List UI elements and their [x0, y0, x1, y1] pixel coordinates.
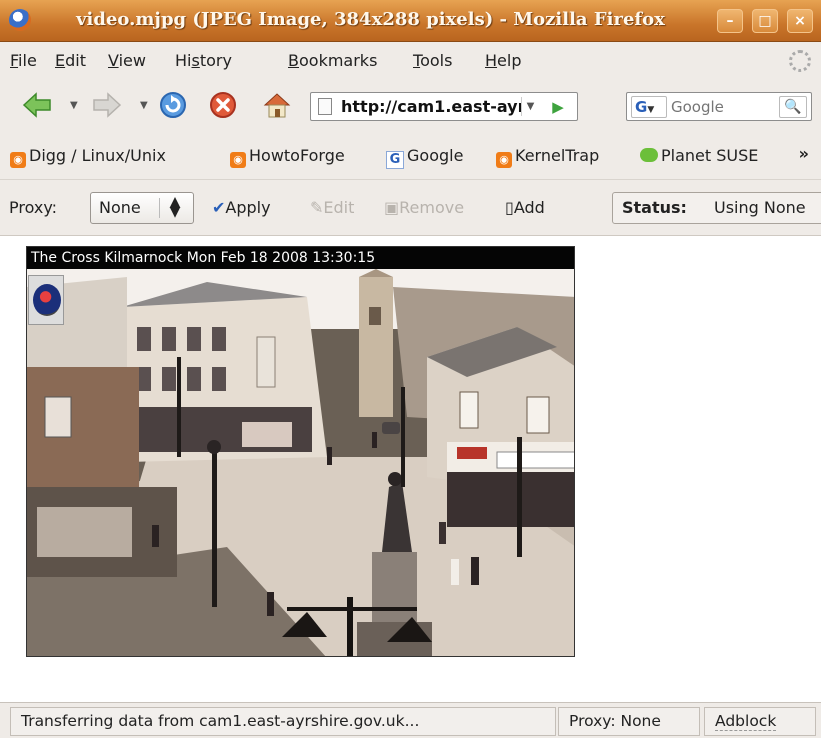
maximize-button[interactable]: □ [752, 9, 778, 33]
menu-history[interactable]: History [175, 51, 232, 70]
bookmark-google[interactable]: G Google [386, 146, 463, 169]
url-dropdown-icon[interactable]: ▼ [521, 97, 539, 116]
search-engine-selector[interactable]: G▼ [631, 96, 667, 118]
rss-feed-icon: ◉ [230, 152, 246, 168]
apply-button[interactable]: ✔Apply [212, 198, 271, 217]
menu-view[interactable]: View [108, 51, 146, 70]
url-input[interactable]: http://cam1.east-ayrs [341, 97, 521, 116]
search-bar: G▼ 🔍 [626, 92, 812, 121]
title-bar[interactable]: video.mjpg (JPEG Image, 384x288 pixels) … [0, 0, 821, 42]
rss-feed-icon: ◉ [10, 152, 26, 168]
minimize-button[interactable]: – [717, 9, 743, 33]
status-bar: Transferring data from cam1.east-ayrshir… [0, 702, 821, 738]
adblock-label[interactable]: Adblock [715, 712, 777, 731]
bookmark-kerneltrap[interactable]: ◉ KernelTrap [496, 146, 599, 168]
proxy-label: Proxy: [9, 198, 58, 217]
back-dropdown-icon[interactable]: ▼ [70, 100, 78, 111]
more-bookmarks-chevron-icon[interactable]: » [799, 144, 809, 163]
navigation-toolbar: ▼ ▼ http://cam1.east-ayrs ▼ ▶ G▼ 🔍 [0, 80, 821, 130]
remove-button[interactable]: ▣Remove [384, 198, 464, 217]
menu-help[interactable]: Help [485, 51, 521, 70]
forward-dropdown-icon[interactable]: ▼ [140, 100, 148, 111]
bookmark-planet-suse[interactable]: Planet SUSE [640, 146, 758, 165]
url-bar[interactable]: http://cam1.east-ayrs ▼ ▶ [310, 92, 578, 121]
bookmarks-toolbar: ◉ Digg / Linux/Unix ◉ HowtoForge G Google ◉… [0, 130, 821, 180]
stop-icon[interactable] [208, 90, 238, 120]
bookmark-digg[interactable]: ◉ Digg / Linux/Unix [10, 146, 166, 168]
close-button[interactable]: × [787, 9, 813, 33]
reload-icon[interactable] [158, 90, 188, 120]
forward-arrow-icon[interactable] [92, 90, 122, 120]
status-message: Transferring data from cam1.east-ayrshir… [10, 707, 556, 736]
trash-icon: ▣ [384, 198, 400, 217]
add-button[interactable]: ▯Add [505, 198, 545, 217]
street-scene [27, 269, 574, 656]
webcam-image[interactable]: The Cross Kilmarnock Mon Feb 18 2008 13:… [26, 246, 575, 657]
menu-tools[interactable]: Tools [413, 51, 452, 70]
edit-button[interactable]: ✎Edit [310, 198, 354, 217]
pencil-icon: ✎ [310, 198, 324, 217]
suse-icon [640, 148, 658, 162]
page-icon [318, 98, 332, 115]
home-icon[interactable] [262, 90, 292, 120]
status-proxy[interactable]: Proxy: None [558, 707, 700, 736]
checkmark-icon: ✔ [212, 198, 226, 217]
throbber-icon [789, 50, 811, 72]
google-icon: G [386, 151, 404, 169]
proxy-toolbar: Proxy: None ▲ ▼ ✔Apply ✎Edit ▣Remove ▯Add… [0, 180, 821, 236]
menu-bookmarks[interactable]: Bookmarks [288, 51, 377, 70]
new-page-icon: ▯ [505, 198, 514, 217]
webcam-caption: The Cross Kilmarnock Mon Feb 18 2008 13:… [27, 247, 574, 269]
proxy-select[interactable]: None ▲ ▼ [90, 192, 194, 224]
back-arrow-icon[interactable] [22, 90, 52, 120]
menu-file[interactable]: File [10, 51, 37, 70]
select-arrows-icon: ▲ ▼ [169, 194, 181, 220]
menu-bar: File Edit View History Bookmarks Tools H… [0, 42, 821, 80]
council-logo [28, 275, 64, 325]
rss-feed-icon: ◉ [496, 152, 512, 168]
menu-edit[interactable]: Edit [55, 51, 86, 70]
window-title: video.mjpg (JPEG Image, 384x288 pixels) … [76, 9, 665, 30]
search-icon[interactable]: 🔍 [779, 96, 807, 118]
go-arrow-icon[interactable]: ▶ [547, 96, 569, 118]
bookmark-howtoforge[interactable]: ◉ HowtoForge [230, 146, 345, 168]
proxy-status: Status: Using None [612, 192, 821, 224]
page-content: The Cross Kilmarnock Mon Feb 18 2008 13:… [0, 236, 821, 702]
search-input[interactable] [671, 96, 771, 118]
status-adblock[interactable]: Adblock [704, 707, 816, 736]
